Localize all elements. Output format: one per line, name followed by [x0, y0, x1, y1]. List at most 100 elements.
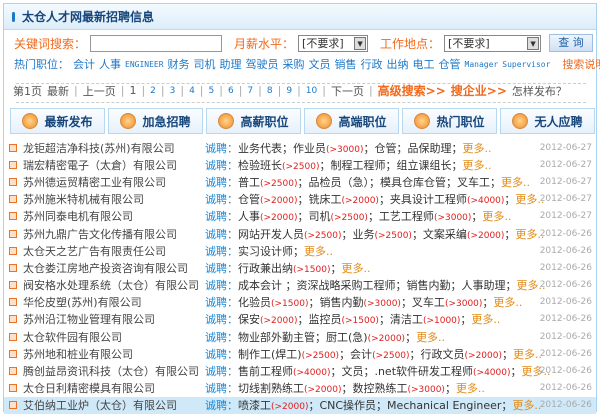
- more-link[interactable]: 更多..: [482, 210, 511, 223]
- category-button[interactable]: 高薪职位: [206, 108, 301, 134]
- hot-job-link[interactable]: Supervisor: [502, 60, 550, 69]
- category-button[interactable]: 热门职位: [402, 108, 497, 134]
- company-link[interactable]: 苏州九鼎广告文化传播有限公司: [23, 226, 177, 242]
- hot-job-link[interactable]: 会计: [73, 56, 95, 72]
- more-link[interactable]: 更多..: [416, 331, 445, 344]
- recruit-label: 诚聘：: [205, 382, 238, 396]
- hot-job-link[interactable]: 采购: [283, 56, 305, 72]
- table-row[interactable]: 龙钜超洁净科技(苏州)有限公司 诚聘：业务代表；作业员(>3000)；仓管；品保助…: [4, 139, 596, 156]
- company-link[interactable]: 腾创益昂资讯科技（太仓）有限公司: [23, 363, 199, 379]
- hot-job-link[interactable]: 文员: [309, 56, 331, 72]
- company-link[interactable]: 华伦皮塑(苏州)有限公司: [23, 294, 142, 310]
- company-link[interactable]: 阀安格水处理系统（太仓）有限公司: [23, 277, 199, 293]
- page-link[interactable]: 8: [267, 86, 273, 96]
- table-row[interactable]: 苏州沿江物业管理有限公司 诚聘：保安(>2000)；监控员(>1500)；清洁工(…: [4, 311, 596, 328]
- page-link[interactable]: 10: [306, 86, 317, 96]
- job-text: ；: [482, 296, 494, 310]
- company-link[interactable]: 龙钜超洁净科技(苏州)有限公司: [23, 140, 175, 156]
- hot-job-link[interactable]: 财务: [168, 56, 190, 72]
- how-to-post-link[interactable]: 怎样发布？: [512, 83, 567, 99]
- table-row[interactable]: 太仓天之艺广告有限责任公司 诚聘：实习设计师；更多.. 2012-06-26: [4, 242, 596, 259]
- page-link[interactable]: 6: [228, 86, 234, 96]
- hot-job-link[interactable]: 助理: [220, 56, 242, 72]
- hot-job-link[interactable]: 销售: [335, 56, 357, 72]
- hot-job-link[interactable]: 驾驶员: [246, 56, 279, 72]
- search-help-link[interactable]: 搜索说明: [562, 56, 600, 72]
- page-link[interactable]: 4: [189, 86, 195, 96]
- more-link[interactable]: 更多..: [512, 399, 541, 412]
- table-row[interactable]: 太仓娄江房地产投资咨询有限公司 诚聘：行政兼出纳(>1500)；更多.. 2012-…: [4, 259, 596, 276]
- button-label: 高端职位: [338, 114, 387, 129]
- more-link[interactable]: 更多..: [493, 296, 522, 309]
- category-button[interactable]: 高端职位: [304, 108, 399, 134]
- table-row[interactable]: 苏州施米特机械有限公司 诚聘：仓管(>2000)；铣床工(>2000)；夹具设计工…: [4, 191, 596, 208]
- company-link[interactable]: 太仓天之艺广告有限责任公司: [23, 243, 166, 259]
- page-link[interactable]: 5: [209, 86, 215, 96]
- company-link[interactable]: 苏州地和桩业有限公司: [23, 346, 133, 362]
- salary-text: (>1500): [293, 264, 331, 275]
- category-button[interactable]: 无人应聘: [500, 108, 595, 134]
- hot-job-link[interactable]: Manager: [465, 60, 499, 69]
- table-row[interactable]: 艾伯纳工业炉（太仓）有限公司 诚聘：喷漆工(>2000)；CNC操作员；Mecha…: [4, 396, 596, 414]
- company-link[interactable]: 苏州沿江物业管理有限公司: [23, 311, 155, 327]
- company-link[interactable]: 太仓软件园有限公司: [23, 329, 122, 345]
- table-row[interactable]: 太仓日利精密模具有限公司 诚聘：切线割熟练工(>2000)；数控熟练工(>3000…: [4, 380, 596, 397]
- hot-job-link[interactable]: 司机: [194, 56, 216, 72]
- salary-select[interactable]: [不要求] ▼: [298, 34, 369, 52]
- separator: |: [238, 84, 243, 97]
- company-link[interactable]: 艾伯纳工业炉（太仓）有限公司: [23, 397, 177, 413]
- more-link[interactable]: 更多..: [471, 313, 500, 326]
- table-row[interactable]: 腾创益昂资讯科技（太仓）有限公司 诚聘：售前工程师(>4000)；文员；.net软…: [4, 362, 596, 379]
- search-button[interactable]: 查 询: [549, 34, 594, 52]
- table-row[interactable]: 苏州德运贸精密工业有限公司 诚聘：普工(>2500)；品检员（急）；模具仓库仓管；…: [4, 173, 596, 190]
- page-link[interactable]: 3: [170, 86, 176, 96]
- hot-job-link[interactable]: 出纳: [387, 56, 409, 72]
- hot-job-link[interactable]: ENGINEER: [125, 60, 164, 69]
- more-link[interactable]: 更多..: [304, 245, 333, 258]
- prev-page-link[interactable]: 上一页: [83, 83, 116, 99]
- dropdown-arrow-icon[interactable]: ▼: [527, 36, 540, 50]
- separator: |: [74, 84, 78, 97]
- category-button[interactable]: 加急招聘: [108, 108, 203, 134]
- table-row[interactable]: 苏州九鼎广告文化传播有限公司 诚聘：网站开发人员(>2500)；业务(>2500)…: [4, 225, 596, 242]
- keyword-input[interactable]: [90, 34, 223, 52]
- company-search-link[interactable]: 搜企业>>: [451, 82, 507, 99]
- location-select[interactable]: [不要求] ▼: [444, 34, 542, 52]
- page-link[interactable]: 2: [150, 86, 156, 96]
- job-summary: 诚聘：业务代表；作业员(>3000)；仓管；品保助理；更多..: [205, 140, 491, 156]
- table-row[interactable]: 苏州地和桩业有限公司 诚聘：制作工(焊工)(>2500)；会计(>2500)；行政…: [4, 345, 596, 362]
- advanced-search-link[interactable]: 高级搜索>>: [378, 82, 446, 99]
- table-row[interactable]: 阀安格水处理系统（太仓）有限公司 诚聘：成本会计 ；资深战略采购工程师；销售内勤；…: [4, 277, 596, 294]
- keyword-label: 关键词搜索：: [14, 36, 87, 51]
- hot-job-link[interactable]: 仓管: [439, 56, 461, 72]
- company-link[interactable]: 瑞宏精密電子（太倉）有限公司: [23, 157, 177, 173]
- latest-link[interactable]: 最新: [47, 83, 69, 99]
- table-row[interactable]: 华伦皮塑(苏州)有限公司 诚聘：化验员(>1500)；销售内勤(>3000)；叉车…: [4, 294, 596, 311]
- company-link[interactable]: 苏州德运贸精密工业有限公司: [23, 174, 166, 190]
- company-link[interactable]: 太仓日利精密模具有限公司: [23, 380, 155, 396]
- company-link[interactable]: 太仓娄江房地产投资咨询有限公司: [23, 260, 188, 276]
- job-text: 人事: [238, 210, 260, 224]
- more-link[interactable]: 更多..: [462, 159, 491, 172]
- page-link[interactable]: 7: [247, 86, 253, 96]
- table-row[interactable]: 太仓软件园有限公司 诚聘：物业部外勤主管；厨工(急)(>2000)；更多.. 201…: [4, 328, 596, 345]
- more-link[interactable]: 更多..: [501, 176, 530, 189]
- table-row[interactable]: 瑞宏精密電子（太倉）有限公司 诚聘：检验班长(>2500)；制程工程师；组立课组长…: [4, 156, 596, 173]
- company-link[interactable]: 苏州施米特机械有限公司: [23, 191, 144, 207]
- next-page-link[interactable]: 下一页: [331, 83, 364, 99]
- page-link[interactable]: 1: [129, 84, 136, 97]
- hot-job-link[interactable]: 电工: [413, 56, 435, 72]
- company-link[interactable]: 苏州同泰电机有限公司: [23, 208, 133, 224]
- more-link[interactable]: 更多..: [456, 382, 485, 395]
- hot-job-link[interactable]: 人事: [99, 56, 121, 72]
- page-link[interactable]: 9: [286, 86, 292, 96]
- more-link[interactable]: 更多..: [513, 348, 542, 361]
- hot-job-link[interactable]: 行政: [361, 56, 383, 72]
- salary-text: (>2500): [374, 230, 412, 241]
- more-link[interactable]: 更多..: [462, 142, 491, 155]
- category-button[interactable]: 最新发布: [10, 108, 105, 134]
- job-summary: 诚聘：喷漆工(>2000)；CNC操作员；Mechanical Engineer…: [205, 397, 541, 413]
- more-link[interactable]: 更多..: [341, 262, 370, 275]
- table-row[interactable]: 苏州同泰电机有限公司 诚聘：人事(>2000)；司机(>2500)；工艺工程师(>…: [4, 208, 596, 225]
- dropdown-arrow-icon[interactable]: ▼: [354, 36, 367, 50]
